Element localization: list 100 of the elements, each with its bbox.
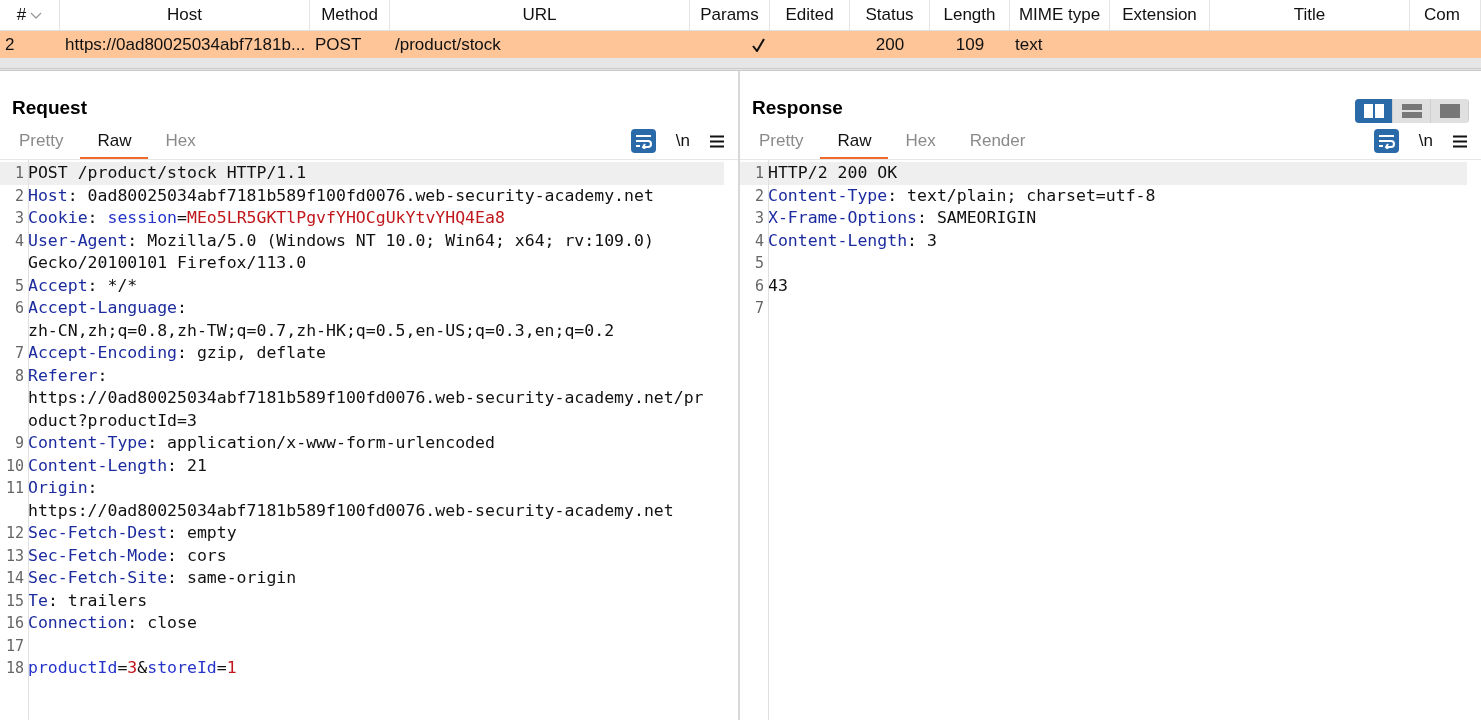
column-header[interactable]: Method (310, 0, 390, 30)
layout-button[interactable] (1355, 99, 1393, 123)
wrap-lines-button[interactable] (630, 129, 656, 153)
column-header[interactable]: Length (930, 0, 1010, 30)
columns-icon (1363, 104, 1384, 118)
line-number: 13 (4, 545, 25, 567)
column-header[interactable]: Title (1210, 0, 1410, 30)
code-line: Sec-Fetch-Site: same-origin (28, 567, 297, 589)
line-number: 6 (753, 275, 765, 297)
code-line: Te: trailers (28, 589, 148, 612)
code-line: X-Frame-Options: SAMEORIGIN (768, 207, 1037, 229)
view-tab[interactable]: Raw (820, 125, 889, 159)
line-number: 8 (13, 365, 25, 387)
code-line: Cookie: session=MEo5LR5GKTlPgvfYHOCgUkYtvYHQ4Ea8 (28, 207, 505, 229)
line-number: 2 (13, 185, 25, 207)
column-header[interactable]: Status (850, 0, 930, 30)
code-line: zh-CN,zh;q=0.8,zh-TW;q=0.7,zh-HK;q=0.5,en-US;q=0.3,en;q=0.2 (28, 319, 615, 342)
line-number: 4 (13, 230, 25, 252)
table-cell: 200 (875, 34, 905, 55)
menu-icon[interactable] (710, 134, 724, 148)
line-number: 1 (13, 163, 25, 184)
column-header[interactable]: Edited (770, 0, 850, 30)
code-line: Accept-Language: (28, 297, 188, 319)
code-line: 43 (768, 274, 788, 297)
line-number: 3 (753, 208, 765, 229)
panel-title: Request (12, 96, 87, 119)
table-cell: https://0ad80025034abf7181b... (65, 34, 306, 55)
panel-title: Response (752, 96, 843, 119)
line-number: 1 (753, 163, 765, 184)
header-label: Edited (785, 5, 834, 25)
single-pane-icon (1439, 104, 1460, 118)
code-line: POST /product/stock HTTP/1.1 (28, 162, 307, 184)
header-label: Length (943, 5, 996, 25)
line-number: 6 (13, 298, 25, 319)
header-label: # (16, 5, 27, 25)
column-header[interactable]: # (0, 0, 60, 30)
line-number: 16 (4, 613, 25, 634)
header-label: Params (700, 5, 759, 25)
header-label: Extension (1122, 5, 1197, 25)
code-line: Referer: (28, 364, 109, 387)
header-label: Com (1424, 5, 1460, 25)
code-line: productId=3&storeId=1 (28, 657, 237, 679)
header-label: MIME type (1018, 5, 1101, 25)
code-line: Gecko/20100101 Firefox/113.0 (28, 252, 308, 274)
line-number: 3 (13, 208, 25, 229)
header-label: URL (522, 5, 557, 25)
table-cell: 2 (5, 34, 15, 55)
rows-icon (1401, 104, 1422, 118)
line-number: 18 (4, 658, 25, 679)
column-header[interactable]: Params (690, 0, 770, 30)
wrap-lines-button[interactable] (1373, 129, 1399, 153)
newline-toggle[interactable]: \n (671, 131, 694, 151)
code-line: User-Agent: Mozilla/5.0 (Windows NT 10.0; Win64; x64; rv:109.0) (28, 229, 654, 252)
code-line: Origin: (28, 477, 99, 499)
code-line: Accept-Encoding: gzip, deflate (28, 342, 327, 364)
code-line: Content-Type: text/plain; charset=utf-8 (768, 184, 1156, 207)
code-line: Host: 0ad80025034abf7181b589f100fd0076.web-security-academy.net (28, 184, 654, 207)
line-number: 11 (4, 478, 25, 499)
line-number: 12 (4, 523, 25, 544)
code-line: Sec-Fetch-Mode: cors (28, 544, 227, 567)
header-label: Host (167, 5, 202, 25)
header-label: Status (865, 5, 914, 25)
column-header[interactable]: Com (1410, 0, 1481, 30)
header-label: Method (321, 5, 378, 25)
line-number: 7 (753, 298, 765, 319)
column-header[interactable]: Host (60, 0, 310, 30)
code-line: Content-Length: 21 (28, 454, 207, 477)
line-number: 5 (753, 253, 765, 274)
column-header[interactable]: MIME type (1010, 0, 1110, 30)
code-line: Accept: */* (28, 274, 138, 297)
line-number: 17 (4, 635, 25, 657)
line-number: 15 (4, 590, 25, 612)
code-line: https://0ad80025034abf7181b589f100fd0076.web-security-academy.net/pr (28, 387, 704, 409)
table-cell: POST (315, 34, 362, 55)
column-header[interactable]: URL (390, 0, 690, 30)
line-number: 4 (753, 230, 765, 252)
code-line: https://0ad80025034abf7181b589f100fd0076.web-security-academy.net (28, 499, 674, 522)
code-line: HTTP/2 200 OK (768, 162, 898, 184)
table-cell: text (1015, 34, 1043, 55)
line-number: 7 (13, 343, 25, 364)
table-cell: 109 (955, 34, 985, 55)
newline-toggle[interactable]: \n (1414, 131, 1437, 151)
line-number: 2 (753, 185, 765, 207)
view-tab[interactable]: Raw (80, 125, 149, 159)
line-number: 9 (13, 433, 25, 454)
code-line: Sec-Fetch-Dest: empty (28, 522, 237, 544)
column-header[interactable]: Extension (1110, 0, 1210, 30)
table-cell: /product/stock (395, 34, 501, 55)
line-number: 5 (13, 275, 25, 297)
history-row[interactable]: 2 https://0ad80025034abf7181b... POST /product/stock 200 109 text (0, 31, 1481, 58)
code-line: Content-Length: 3 (768, 229, 937, 252)
wrap-icon (634, 133, 652, 149)
line-number: 10 (4, 455, 25, 477)
code-line: oduct?productId=3 (28, 409, 198, 432)
wrap-icon (1377, 133, 1395, 149)
header-label: Title (1293, 5, 1326, 25)
line-number: 14 (4, 568, 25, 589)
code-line: Content-Type: application/x-www-form-urlencoded (28, 432, 495, 454)
menu-icon[interactable] (1453, 134, 1467, 148)
code-line: Connection: close (28, 612, 197, 634)
